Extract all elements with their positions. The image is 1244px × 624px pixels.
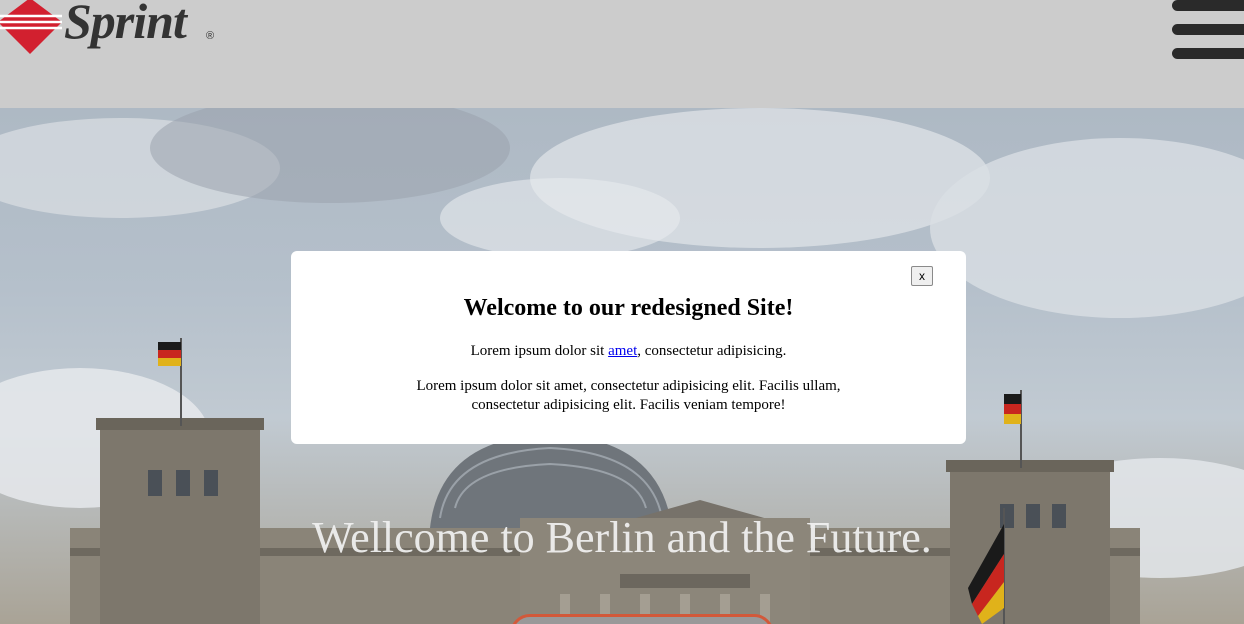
welcome-modal: x Welcome to our redesigned Site! Lorem …	[291, 251, 966, 444]
diamond-logo-icon	[0, 0, 62, 54]
close-button[interactable]: x	[911, 266, 933, 286]
hamburger-menu-icon[interactable]	[1172, 0, 1244, 64]
hero-cta-button[interactable]	[510, 614, 774, 624]
hero-title: Wellcome to Berlin and the Future.	[312, 513, 932, 562]
logo-wordmark: Sprint	[64, 0, 187, 49]
amet-link[interactable]: amet	[608, 343, 637, 359]
modal-p1-text-start: Lorem ipsum dolor sit	[470, 343, 609, 359]
modal-paragraph-2: Lorem ipsum dolor sit amet, consectetur …	[416, 378, 841, 413]
modal-p1-text-end: , consectetur adipisicing.	[637, 343, 787, 359]
site-header: Sprint ®	[0, 0, 1244, 108]
modal-title: Welcome to our redesigned Site!	[463, 295, 794, 321]
modal-paragraph-1: Lorem ipsum dolor sit amet, consectetur …	[291, 343, 966, 360]
registered-mark: ®	[206, 30, 215, 42]
sprint-logo[interactable]: Sprint ®	[0, 0, 220, 60]
